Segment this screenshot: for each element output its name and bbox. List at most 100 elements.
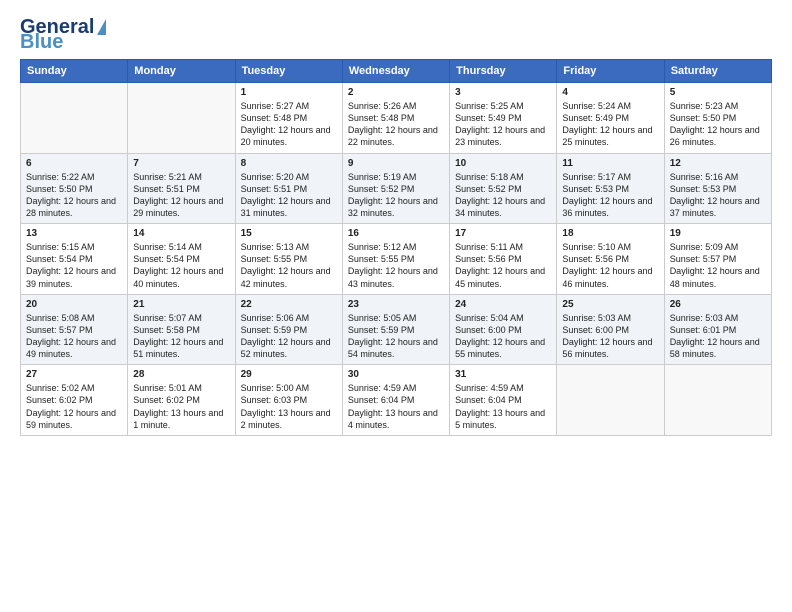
calendar-cell: 5 Sunrise: 5:23 AM Sunset: 5:50 PM Daylig…: [664, 83, 771, 154]
calendar-cell: 7 Sunrise: 5:21 AM Sunset: 5:51 PM Daylig…: [128, 153, 235, 224]
day-number: 26: [670, 299, 766, 310]
day-content: Sunrise: 5:08 AM Sunset: 5:57 PM Dayligh…: [26, 312, 122, 361]
day-content: Sunrise: 5:21 AM Sunset: 5:51 PM Dayligh…: [133, 171, 229, 220]
day-content: Sunrise: 5:19 AM Sunset: 5:52 PM Dayligh…: [348, 171, 444, 220]
calendar-table: SundayMondayTuesdayWednesdayThursdayFrid…: [20, 59, 772, 436]
day-number: 7: [133, 158, 229, 169]
day-content: Sunrise: 5:15 AM Sunset: 5:54 PM Dayligh…: [26, 241, 122, 290]
calendar-cell: 8Sunrise: 5:20 AM Sunset: 5:51 PM Daylig…: [235, 153, 342, 224]
day-content: Sunrise: 5:07 AM Sunset: 5:58 PM Dayligh…: [133, 312, 229, 361]
calendar-week-3: 13 Sunrise: 5:15 AM Sunset: 5:54 PM Dayli…: [21, 224, 772, 295]
day-number: 28: [133, 369, 229, 380]
calendar-cell: 3Sunrise: 5:25 AM Sunset: 5:49 PM Daylig…: [450, 83, 557, 154]
day-content: Sunrise: 5:14 AM Sunset: 5:54 PM Dayligh…: [133, 241, 229, 290]
calendar-cell: 16 Sunrise: 5:12 AM Sunset: 5:55 PM Dayli…: [342, 224, 449, 295]
logo: General Blue: [20, 16, 106, 49]
weekday-header-monday: Monday: [128, 60, 235, 83]
calendar-cell: 15 Sunrise: 5:13 AM Sunset: 5:55 PM Dayli…: [235, 224, 342, 295]
weekday-header-saturday: Saturday: [664, 60, 771, 83]
day-content: Sunrise: 5:10 AM Sunset: 5:56 PM Dayligh…: [562, 241, 658, 290]
day-content: Sunrise: 5:27 AM Sunset: 5:48 PM Dayligh…: [241, 100, 337, 149]
day-content: Sunrise: 5:12 AM Sunset: 5:55 PM Dayligh…: [348, 241, 444, 290]
calendar-cell: 31Sunrise: 4:59 AM Sunset: 6:04 PM Dayli…: [450, 365, 557, 436]
day-content: Sunrise: 5:23 AM Sunset: 5:50 PM Dayligh…: [670, 100, 766, 149]
day-content: Sunrise: 5:26 AM Sunset: 5:48 PM Dayligh…: [348, 100, 444, 149]
day-number: 20: [26, 299, 122, 310]
calendar-week-1: 1 Sunrise: 5:27 AM Sunset: 5:48 PM Daylig…: [21, 83, 772, 154]
day-content: Sunrise: 5:16 AM Sunset: 5:53 PM Dayligh…: [670, 171, 766, 220]
day-number: 22: [241, 299, 337, 310]
day-content: Sunrise: 5:13 AM Sunset: 5:55 PM Dayligh…: [241, 241, 337, 290]
day-number: 5: [670, 87, 766, 98]
day-number: 29: [241, 369, 337, 380]
day-number: 9: [348, 158, 444, 169]
calendar-cell: 1 Sunrise: 5:27 AM Sunset: 5:48 PM Daylig…: [235, 83, 342, 154]
day-number: 12: [670, 158, 766, 169]
day-content: Sunrise: 5:18 AM Sunset: 5:52 PM Dayligh…: [455, 171, 551, 220]
calendar-cell: 26 Sunrise: 5:03 AM Sunset: 6:01 PM Dayli…: [664, 294, 771, 365]
calendar-cell: 9 Sunrise: 5:19 AM Sunset: 5:52 PM Daylig…: [342, 153, 449, 224]
calendar-cell: 19 Sunrise: 5:09 AM Sunset: 5:57 PM Dayli…: [664, 224, 771, 295]
calendar-cell: [128, 83, 235, 154]
calendar-cell: [557, 365, 664, 436]
day-content: Sunrise: 5:02 AM Sunset: 6:02 PM Dayligh…: [26, 382, 122, 431]
day-number: 14: [133, 228, 229, 239]
day-number: 10: [455, 158, 551, 169]
day-number: 24: [455, 299, 551, 310]
calendar-cell: 13 Sunrise: 5:15 AM Sunset: 5:54 PM Dayli…: [21, 224, 128, 295]
weekday-header-tuesday: Tuesday: [235, 60, 342, 83]
day-content: Sunrise: 5:03 AM Sunset: 6:01 PM Dayligh…: [670, 312, 766, 361]
day-content: Sunrise: 5:06 AM Sunset: 5:59 PM Dayligh…: [241, 312, 337, 361]
day-content: Sunrise: 5:22 AM Sunset: 5:50 PM Dayligh…: [26, 171, 122, 220]
calendar-cell: 25 Sunrise: 5:03 AM Sunset: 6:00 PM Dayli…: [557, 294, 664, 365]
calendar-cell: 28Sunrise: 5:01 AM Sunset: 6:02 PM Dayli…: [128, 365, 235, 436]
calendar-week-2: 6 Sunrise: 5:22 AM Sunset: 5:50 PM Daylig…: [21, 153, 772, 224]
logo-blue: Blue: [20, 35, 63, 49]
day-content: Sunrise: 5:24 AM Sunset: 5:49 PM Dayligh…: [562, 100, 658, 149]
weekday-header-thursday: Thursday: [450, 60, 557, 83]
day-content: Sunrise: 5:11 AM Sunset: 5:56 PM Dayligh…: [455, 241, 551, 290]
weekday-header-wednesday: Wednesday: [342, 60, 449, 83]
calendar-cell: 23 Sunrise: 5:05 AM Sunset: 5:59 PM Dayli…: [342, 294, 449, 365]
day-number: 1: [241, 87, 337, 98]
page: General Blue SundayMondayTuesdayWednesda…: [0, 0, 792, 612]
calendar-cell: 10 Sunrise: 5:18 AM Sunset: 5:52 PM Dayli…: [450, 153, 557, 224]
day-content: Sunrise: 4:59 AM Sunset: 6:04 PM Dayligh…: [348, 382, 444, 431]
day-number: 3: [455, 87, 551, 98]
day-content: Sunrise: 5:09 AM Sunset: 5:57 PM Dayligh…: [670, 241, 766, 290]
calendar-cell: 11 Sunrise: 5:17 AM Sunset: 5:53 PM Dayli…: [557, 153, 664, 224]
day-content: Sunrise: 5:04 AM Sunset: 6:00 PM Dayligh…: [455, 312, 551, 361]
day-content: Sunrise: 5:03 AM Sunset: 6:00 PM Dayligh…: [562, 312, 658, 361]
day-number: 17: [455, 228, 551, 239]
weekday-header-sunday: Sunday: [21, 60, 128, 83]
day-number: 23: [348, 299, 444, 310]
day-number: 13: [26, 228, 122, 239]
calendar-cell: [664, 365, 771, 436]
day-number: 25: [562, 299, 658, 310]
calendar-cell: 30 Sunrise: 4:59 AM Sunset: 6:04 PM Dayli…: [342, 365, 449, 436]
calendar-cell: 24 Sunrise: 5:04 AM Sunset: 6:00 PM Dayli…: [450, 294, 557, 365]
day-number: 19: [670, 228, 766, 239]
day-content: Sunrise: 5:05 AM Sunset: 5:59 PM Dayligh…: [348, 312, 444, 361]
day-number: 16: [348, 228, 444, 239]
day-number: 30: [348, 369, 444, 380]
calendar-cell: 4 Sunrise: 5:24 AM Sunset: 5:49 PM Daylig…: [557, 83, 664, 154]
weekday-header-friday: Friday: [557, 60, 664, 83]
day-content: Sunrise: 5:17 AM Sunset: 5:53 PM Dayligh…: [562, 171, 658, 220]
day-number: 6: [26, 158, 122, 169]
calendar-cell: 14 Sunrise: 5:14 AM Sunset: 5:54 PM Dayli…: [128, 224, 235, 295]
day-number: 31: [455, 369, 551, 380]
day-number: 11: [562, 158, 658, 169]
day-number: 4: [562, 87, 658, 98]
calendar-week-4: 20 Sunrise: 5:08 AM Sunset: 5:57 PM Dayli…: [21, 294, 772, 365]
calendar-cell: 21Sunrise: 5:07 AM Sunset: 5:58 PM Dayli…: [128, 294, 235, 365]
day-number: 18: [562, 228, 658, 239]
day-number: 15: [241, 228, 337, 239]
calendar-cell: 18 Sunrise: 5:10 AM Sunset: 5:56 PM Dayli…: [557, 224, 664, 295]
calendar-header-row: SundayMondayTuesdayWednesdayThursdayFrid…: [21, 60, 772, 83]
calendar-cell: 6 Sunrise: 5:22 AM Sunset: 5:50 PM Daylig…: [21, 153, 128, 224]
day-number: 27: [26, 369, 122, 380]
logo-triangle-icon: [97, 19, 106, 35]
calendar-cell: 17 Sunrise: 5:11 AM Sunset: 5:56 PM Dayli…: [450, 224, 557, 295]
calendar-cell: 22 Sunrise: 5:06 AM Sunset: 5:59 PM Dayli…: [235, 294, 342, 365]
